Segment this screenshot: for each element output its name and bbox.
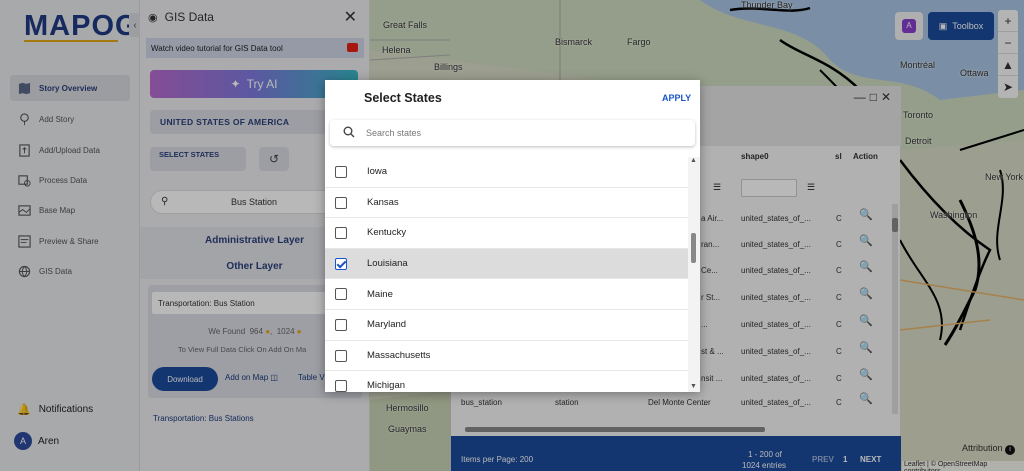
checkbox[interactable]	[335, 288, 347, 301]
state-search-input[interactable]: Search states	[330, 120, 695, 146]
list-item[interactable]: Maryland	[325, 310, 688, 341]
dialog-title: Select States	[364, 91, 442, 105]
list-item[interactable]: Massachusetts	[325, 341, 688, 372]
search-icon	[343, 126, 355, 140]
checkbox-checked[interactable]	[335, 257, 347, 270]
list-item[interactable]: Louisiana	[325, 248, 688, 280]
list-item[interactable]: Michigan	[325, 371, 688, 392]
list-item[interactable]: Kansas	[325, 188, 688, 219]
list-item[interactable]: Iowa	[325, 157, 688, 188]
list-item[interactable]: Kentucky	[325, 218, 688, 249]
scroll-up-icon[interactable]: ▲	[690, 157, 697, 164]
scroll-thumb[interactable]	[691, 233, 696, 263]
state-search-placeholder: Search states	[366, 128, 422, 138]
checkbox[interactable]	[335, 166, 347, 178]
checkbox[interactable]	[335, 380, 347, 392]
checkbox[interactable]	[335, 349, 347, 362]
select-states-dialog: Select States APPLY Search states Iowa K…	[325, 80, 700, 392]
checkbox[interactable]	[335, 318, 347, 331]
checkbox[interactable]	[335, 227, 347, 240]
apply-button[interactable]: APPLY	[662, 93, 691, 103]
scroll-down-icon[interactable]: ▼	[690, 383, 697, 390]
states-list-scrollbar[interactable]: ▲ ▼	[688, 157, 700, 392]
list-item[interactable]: Maine	[325, 279, 688, 310]
checkbox[interactable]	[335, 196, 347, 209]
states-list: Iowa Kansas Kentucky Louisiana Maine Mar…	[325, 157, 688, 392]
